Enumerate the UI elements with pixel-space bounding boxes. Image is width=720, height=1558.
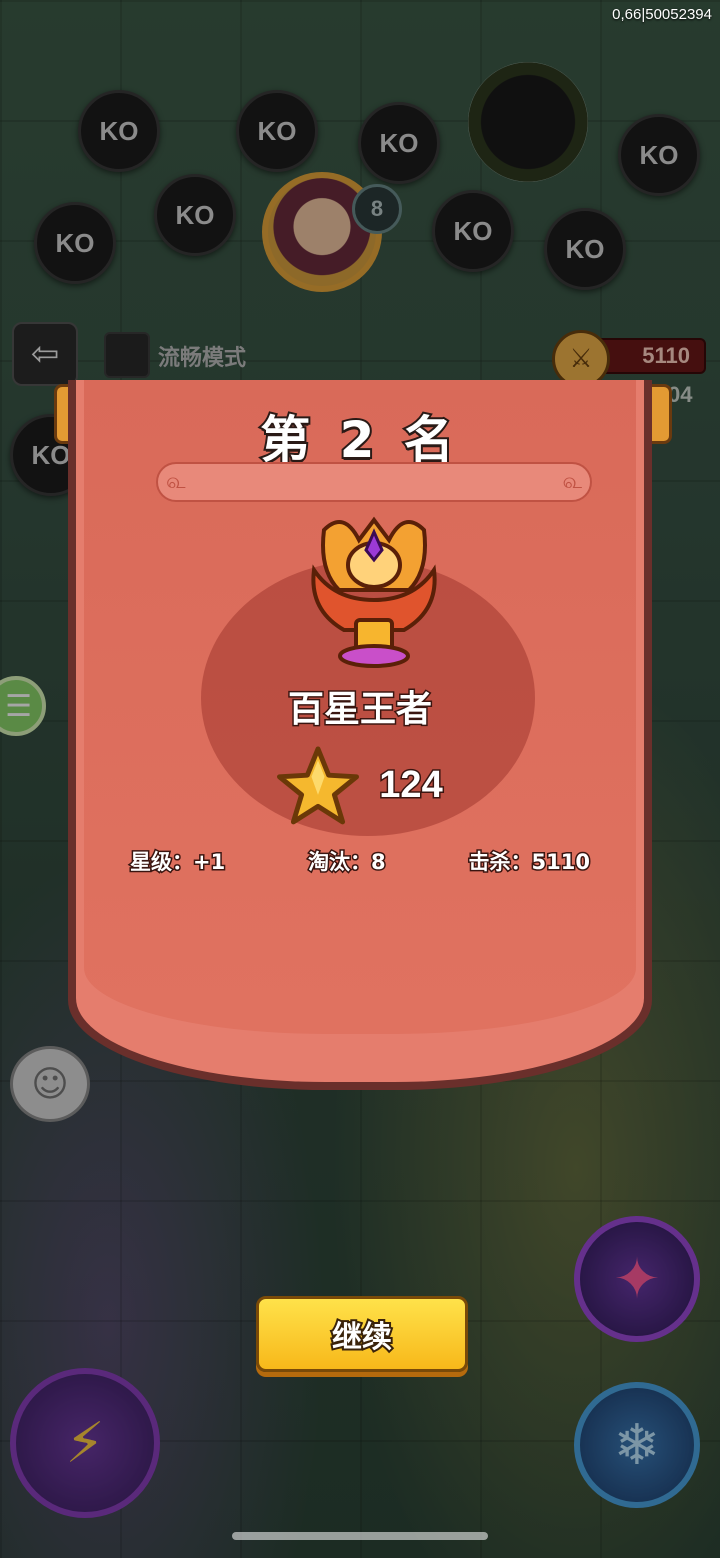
dragon-trophy-icon <box>311 516 437 668</box>
ornate-divider: ௳ ௳ <box>156 462 592 502</box>
result-panel-border: 第 2 名 ௳ ௳ 百星王者 124 星级：+1 淘汰：8 击杀：5110 <box>76 380 644 1082</box>
stat-star-level: 星级：+1 <box>128 849 226 876</box>
result-stats: 星级：+1 淘汰：8 击杀：5110 <box>128 846 591 876</box>
star-icon <box>277 746 360 825</box>
stat-kills: 击杀：5110 <box>467 849 591 876</box>
result-panel-face: 第 2 名 ௳ ௳ 百星王者 124 星级：+1 淘汰：8 击杀：5110 <box>84 380 636 1034</box>
star-count: 124 <box>378 762 444 807</box>
divider-ornament-icon: ௳ <box>166 469 186 494</box>
result-panel: 第 2 名 ௳ ௳ 百星王者 124 星级：+1 淘汰：8 击杀：5110 <box>68 380 652 1090</box>
trophy-title: 百星王者 <box>286 688 433 732</box>
home-indicator[interactable] <box>232 1532 488 1540</box>
star-row: 124 <box>84 744 636 826</box>
continue-button[interactable]: 继续 <box>256 1296 468 1372</box>
version-text: 0,66|50052394 <box>612 6 712 23</box>
stat-eliminations: 淘汰：8 <box>307 849 388 876</box>
divider-ornament-icon: ௳ <box>562 469 582 494</box>
